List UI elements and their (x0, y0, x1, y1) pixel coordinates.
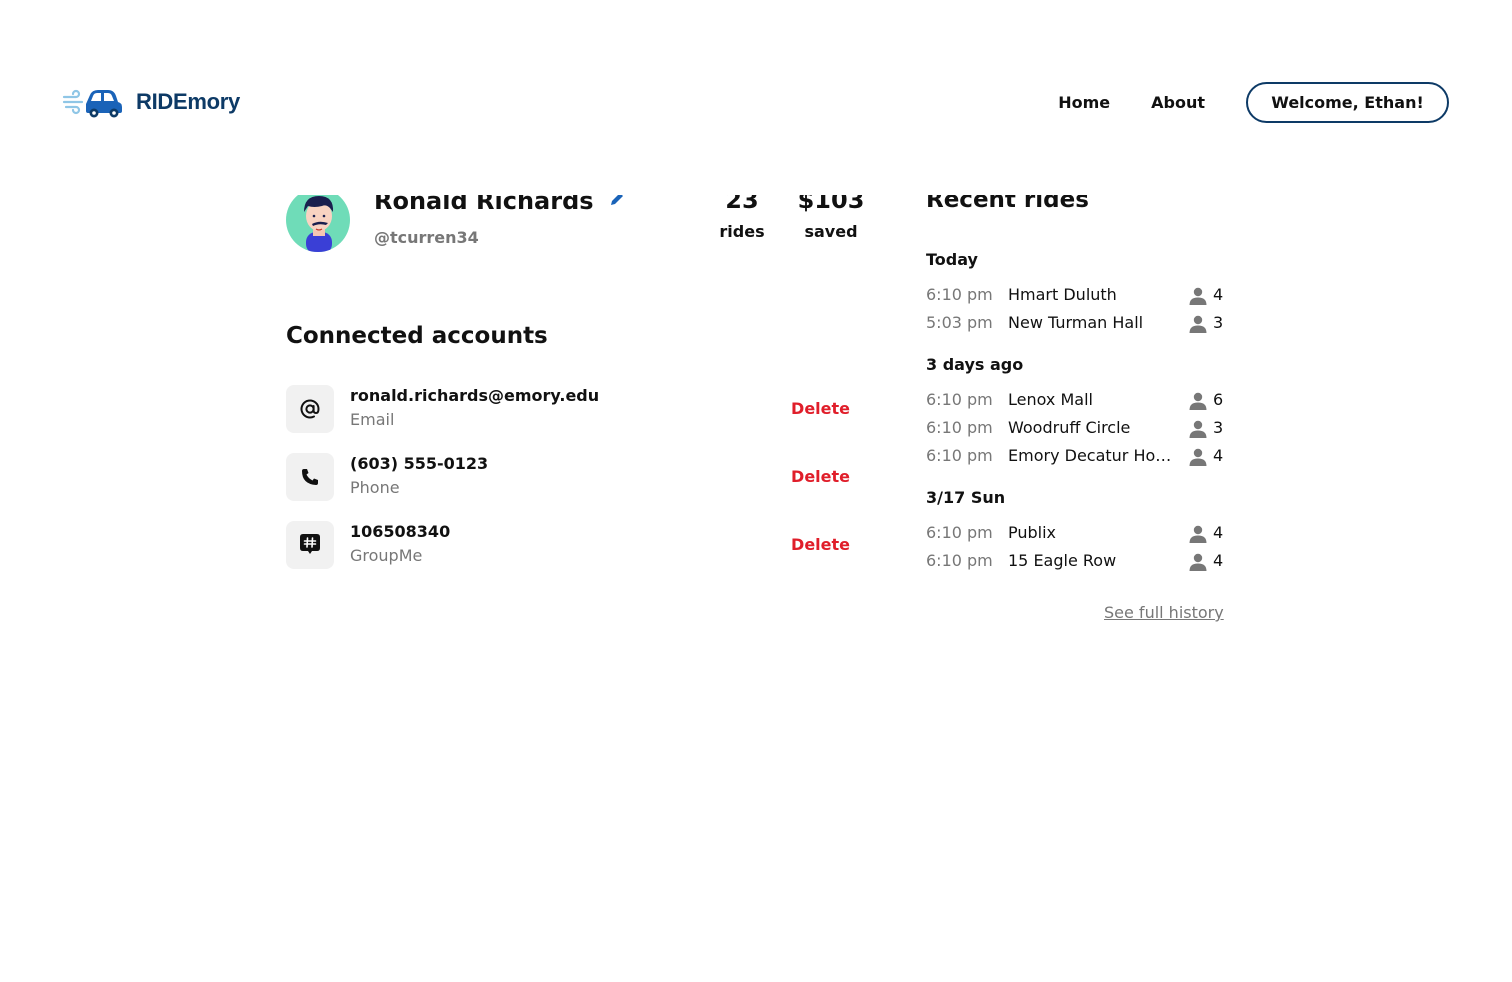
account-row-phone: (603) 555-0123 Phone Delete (286, 453, 856, 501)
ride-passenger-count: 4 (1213, 285, 1224, 304)
account-type: GroupMe (350, 546, 423, 565)
delete-email-button[interactable]: Delete (791, 399, 850, 418)
ride-time: 5:03 pm (926, 313, 993, 332)
ride-passenger-count: 3 (1213, 313, 1224, 332)
ride-row[interactable]: 6:10 pm Emory Decatur Hos... 4 (926, 446, 1226, 470)
recent-rides-title: Recent rides (926, 195, 1089, 213)
at-icon (286, 385, 334, 433)
ride-destination: Woodruff Circle (1008, 418, 1131, 437)
avatar-face-icon (304, 196, 334, 252)
ride-time: 6:10 pm (926, 418, 993, 437)
logo-text: RIDEmory (136, 89, 240, 114)
person-icon (1188, 420, 1208, 442)
top-nav: Home About Welcome, Ethan! (1058, 82, 1449, 123)
saved-stat: $103 saved (796, 195, 866, 241)
account-row-email: ronald.richards@emory.edu Email Delete (286, 385, 856, 433)
welcome-user-button[interactable]: Welcome, Ethan! (1246, 82, 1449, 123)
profile-page-content[interactable]: Ronald Richards @tcurren34 23 rides $103… (0, 195, 1512, 982)
avatar (286, 195, 350, 252)
ride-time: 6:10 pm (926, 446, 993, 465)
account-value: ronald.richards@emory.edu (350, 386, 600, 405)
person-icon (1188, 525, 1208, 547)
ride-destination: Publix (1008, 523, 1057, 542)
person-icon (1188, 553, 1208, 575)
account-type: Phone (350, 478, 400, 497)
car-logo-icon (62, 89, 122, 118)
ride-time: 6:10 pm (926, 523, 993, 542)
account-type: Email (350, 410, 395, 429)
connected-accounts-title: Connected accounts (286, 323, 548, 349)
ride-destination: Lenox Mall (1008, 390, 1093, 409)
rides-label: rides (719, 222, 765, 241)
ride-passenger-count: 4 (1213, 446, 1224, 465)
delete-groupme-button[interactable]: Delete (791, 535, 850, 554)
rides-stat: 23 rides (712, 195, 772, 241)
nav-home-link[interactable]: Home (1058, 93, 1110, 112)
ride-destination: Hmart Duluth (1008, 285, 1117, 304)
ride-destination: New Turman Hall (1008, 313, 1144, 332)
profile-name: Ronald Richards (374, 195, 594, 215)
pencil-icon[interactable] (608, 195, 626, 212)
ride-passenger-count: 4 (1213, 523, 1224, 542)
account-row-groupme: 106508340 GroupMe Delete (286, 521, 856, 569)
delete-phone-button[interactable]: Delete (791, 467, 850, 486)
person-icon (1188, 392, 1208, 414)
ride-passenger-count: 3 (1213, 418, 1224, 437)
profile-handle: @tcurren34 (374, 228, 479, 247)
see-full-history-link[interactable]: See full history (1104, 603, 1224, 622)
ride-row[interactable]: 5:03 pm New Turman Hall 3 (926, 313, 1226, 337)
rides-count: 23 (725, 195, 759, 214)
ride-group-label: 3 days ago (926, 355, 1024, 374)
account-value: 106508340 (350, 522, 451, 541)
ride-passenger-count: 4 (1213, 551, 1224, 570)
profile-name-row: Ronald Richards (374, 195, 626, 215)
ride-row[interactable]: 6:10 pm Woodruff Circle 3 (926, 418, 1226, 442)
account-value: (603) 555-0123 (350, 454, 489, 473)
ride-row[interactable]: 6:10 pm 15 Eagle Row 4 (926, 551, 1226, 575)
person-icon (1188, 315, 1208, 337)
ride-destination: Emory Decatur Hos... (1008, 446, 1176, 465)
ride-destination: 15 Eagle Row (1008, 551, 1117, 570)
nav-about-link[interactable]: About (1151, 93, 1205, 112)
groupme-icon (286, 521, 334, 569)
ride-time: 6:10 pm (926, 551, 993, 570)
ride-time: 6:10 pm (926, 390, 993, 409)
saved-amount: $103 (797, 195, 865, 214)
ride-group-label: Today (926, 250, 978, 269)
ride-group-label: 3/17 Sun (926, 488, 1006, 507)
logo[interactable]: RIDEmory (62, 86, 240, 118)
ride-passenger-count: 6 (1213, 390, 1224, 409)
ride-time: 6:10 pm (926, 285, 993, 304)
person-icon (1188, 287, 1208, 309)
saved-label: saved (804, 222, 858, 241)
ride-row[interactable]: 6:10 pm Lenox Mall 6 (926, 390, 1226, 414)
phone-icon (286, 453, 334, 501)
ride-row[interactable]: 6:10 pm Hmart Duluth 4 (926, 285, 1226, 309)
ride-row[interactable]: 6:10 pm Publix 4 (926, 523, 1226, 547)
person-icon (1188, 448, 1208, 470)
